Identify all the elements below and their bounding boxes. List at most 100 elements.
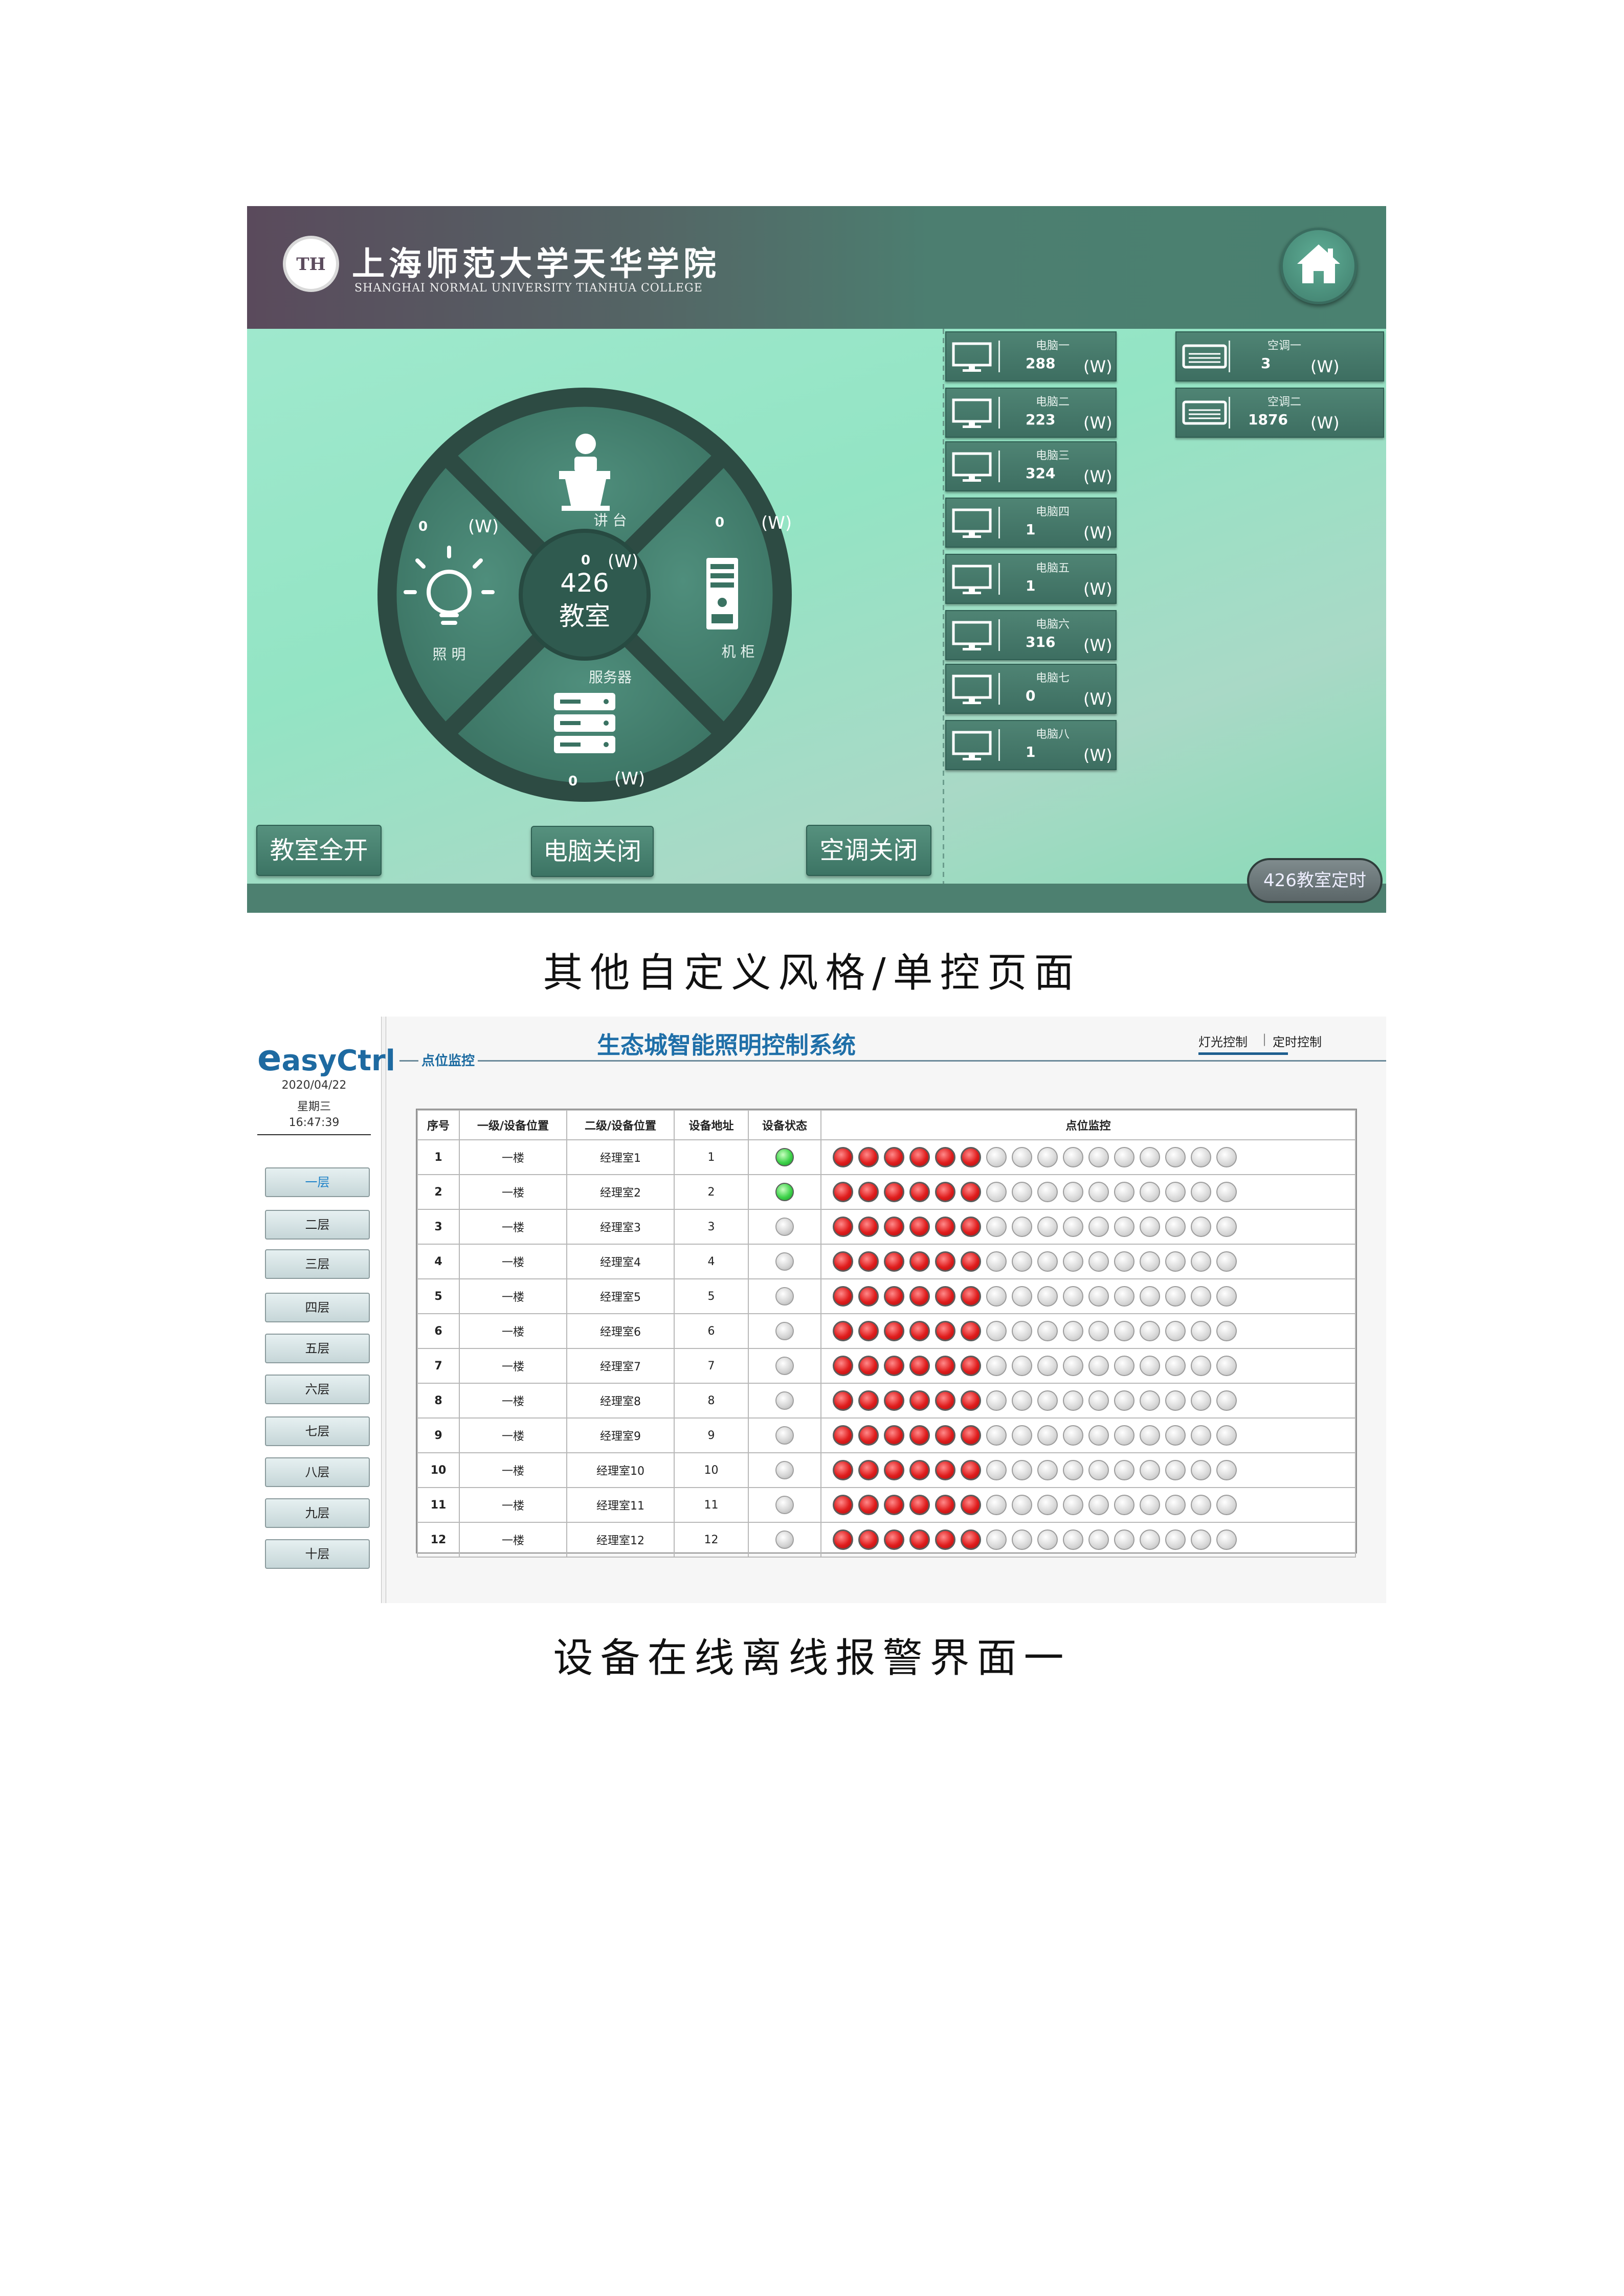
point-on-indicator[interactable] — [935, 1182, 955, 1202]
point-off-indicator[interactable] — [1088, 1390, 1109, 1411]
point-off-indicator[interactable] — [986, 1217, 1007, 1237]
all-on-button[interactable]: 教室全开 — [256, 825, 382, 876]
point-off-indicator[interactable] — [986, 1460, 1007, 1480]
point-off-indicator[interactable] — [1088, 1217, 1109, 1237]
point-on-indicator[interactable] — [935, 1321, 955, 1341]
point-off-indicator[interactable] — [1216, 1251, 1237, 1272]
floor-button[interactable]: 一层 — [265, 1167, 370, 1197]
point-off-indicator[interactable] — [1063, 1425, 1083, 1446]
point-off-indicator[interactable] — [986, 1495, 1007, 1515]
point-off-indicator[interactable] — [1165, 1495, 1186, 1515]
aircon-tile[interactable]: 空调一 3 (W) — [1175, 331, 1384, 381]
point-off-indicator[interactable] — [1012, 1251, 1032, 1272]
point-off-indicator[interactable] — [986, 1390, 1007, 1411]
floor-button[interactable]: 九层 — [265, 1498, 370, 1528]
home-button[interactable] — [1280, 228, 1357, 304]
point-off-indicator[interactable] — [1216, 1182, 1237, 1202]
point-on-indicator[interactable] — [833, 1321, 853, 1341]
point-off-indicator[interactable] — [1063, 1147, 1083, 1167]
point-on-indicator[interactable] — [884, 1182, 904, 1202]
point-on-indicator[interactable] — [961, 1390, 981, 1411]
point-off-indicator[interactable] — [1216, 1390, 1237, 1411]
point-on-indicator[interactable] — [935, 1356, 955, 1376]
point-off-indicator[interactable] — [1140, 1147, 1160, 1167]
splitter-handle[interactable] — [381, 1017, 386, 1603]
point-on-indicator[interactable] — [858, 1321, 879, 1341]
point-off-indicator[interactable] — [1114, 1356, 1134, 1376]
point-off-indicator[interactable] — [1037, 1286, 1058, 1307]
point-off-indicator[interactable] — [1140, 1251, 1160, 1272]
computer-tile[interactable]: 电脑七 0 (W) — [945, 664, 1117, 714]
point-off-indicator[interactable] — [1063, 1182, 1083, 1202]
point-off-indicator[interactable] — [1063, 1495, 1083, 1515]
point-on-indicator[interactable] — [909, 1390, 930, 1411]
point-on-indicator[interactable] — [833, 1390, 853, 1411]
point-on-indicator[interactable] — [858, 1390, 879, 1411]
point-off-indicator[interactable] — [986, 1182, 1007, 1202]
point-on-indicator[interactable] — [884, 1425, 904, 1446]
point-on-indicator[interactable] — [909, 1321, 930, 1341]
point-on-indicator[interactable] — [833, 1460, 853, 1480]
point-off-indicator[interactable] — [1216, 1425, 1237, 1446]
point-on-indicator[interactable] — [833, 1147, 853, 1167]
point-off-indicator[interactable] — [1088, 1182, 1109, 1202]
point-off-indicator[interactable] — [1165, 1390, 1186, 1411]
point-off-indicator[interactable] — [1114, 1321, 1134, 1341]
point-off-indicator[interactable] — [1140, 1286, 1160, 1307]
point-off-indicator[interactable] — [986, 1529, 1007, 1550]
point-on-indicator[interactable] — [833, 1529, 853, 1550]
point-on-indicator[interactable] — [935, 1147, 955, 1167]
point-on-indicator[interactable] — [858, 1217, 879, 1237]
point-on-indicator[interactable] — [935, 1217, 955, 1237]
point-off-indicator[interactable] — [1191, 1495, 1211, 1515]
point-off-indicator[interactable] — [1037, 1147, 1058, 1167]
aircon-tile[interactable]: 空调二 1876 (W) — [1175, 388, 1384, 438]
point-off-indicator[interactable] — [1114, 1286, 1134, 1307]
point-off-indicator[interactable] — [1088, 1356, 1109, 1376]
point-off-indicator[interactable] — [1088, 1321, 1109, 1341]
point-on-indicator[interactable] — [884, 1390, 904, 1411]
point-off-indicator[interactable] — [986, 1321, 1007, 1341]
point-off-indicator[interactable] — [1191, 1147, 1211, 1167]
point-off-indicator[interactable] — [1165, 1182, 1186, 1202]
point-on-indicator[interactable] — [961, 1217, 981, 1237]
point-on-indicator[interactable] — [858, 1182, 879, 1202]
point-on-indicator[interactable] — [833, 1217, 853, 1237]
point-on-indicator[interactable] — [935, 1495, 955, 1515]
point-off-indicator[interactable] — [986, 1356, 1007, 1376]
point-on-indicator[interactable] — [909, 1460, 930, 1480]
point-on-indicator[interactable] — [909, 1286, 930, 1307]
point-off-indicator[interactable] — [1088, 1529, 1109, 1550]
point-off-indicator[interactable] — [1191, 1425, 1211, 1446]
point-off-indicator[interactable] — [1140, 1356, 1160, 1376]
classroom-timer-button[interactable]: 426教室定时 — [1247, 858, 1383, 903]
point-off-indicator[interactable] — [1012, 1390, 1032, 1411]
point-off-indicator[interactable] — [1216, 1495, 1237, 1515]
point-on-indicator[interactable] — [961, 1182, 981, 1202]
point-off-indicator[interactable] — [1191, 1251, 1211, 1272]
pc-off-button[interactable]: 电脑关闭 — [531, 826, 654, 877]
point-on-indicator[interactable] — [909, 1217, 930, 1237]
point-on-indicator[interactable] — [909, 1147, 930, 1167]
point-off-indicator[interactable] — [1216, 1460, 1237, 1480]
point-off-indicator[interactable] — [1012, 1425, 1032, 1446]
point-off-indicator[interactable] — [986, 1425, 1007, 1446]
point-off-indicator[interactable] — [1063, 1390, 1083, 1411]
computer-tile[interactable]: 电脑八 1 (W) — [945, 720, 1117, 770]
point-off-indicator[interactable] — [1191, 1390, 1211, 1411]
point-off-indicator[interactable] — [1088, 1425, 1109, 1446]
computer-tile[interactable]: 电脑三 324 (W) — [945, 441, 1117, 491]
point-on-indicator[interactable] — [961, 1356, 981, 1376]
floor-button[interactable]: 四层 — [265, 1293, 370, 1322]
point-off-indicator[interactable] — [1037, 1217, 1058, 1237]
point-on-indicator[interactable] — [833, 1251, 853, 1272]
point-off-indicator[interactable] — [1191, 1460, 1211, 1480]
tab-lighting-control[interactable]: 灯光控制 — [1198, 1032, 1248, 1050]
point-off-indicator[interactable] — [1063, 1460, 1083, 1480]
point-on-indicator[interactable] — [884, 1529, 904, 1550]
point-off-indicator[interactable] — [986, 1251, 1007, 1272]
floor-button[interactable]: 三层 — [265, 1249, 370, 1279]
point-off-indicator[interactable] — [1012, 1182, 1032, 1202]
point-off-indicator[interactable] — [1216, 1529, 1237, 1550]
point-off-indicator[interactable] — [1140, 1217, 1160, 1237]
